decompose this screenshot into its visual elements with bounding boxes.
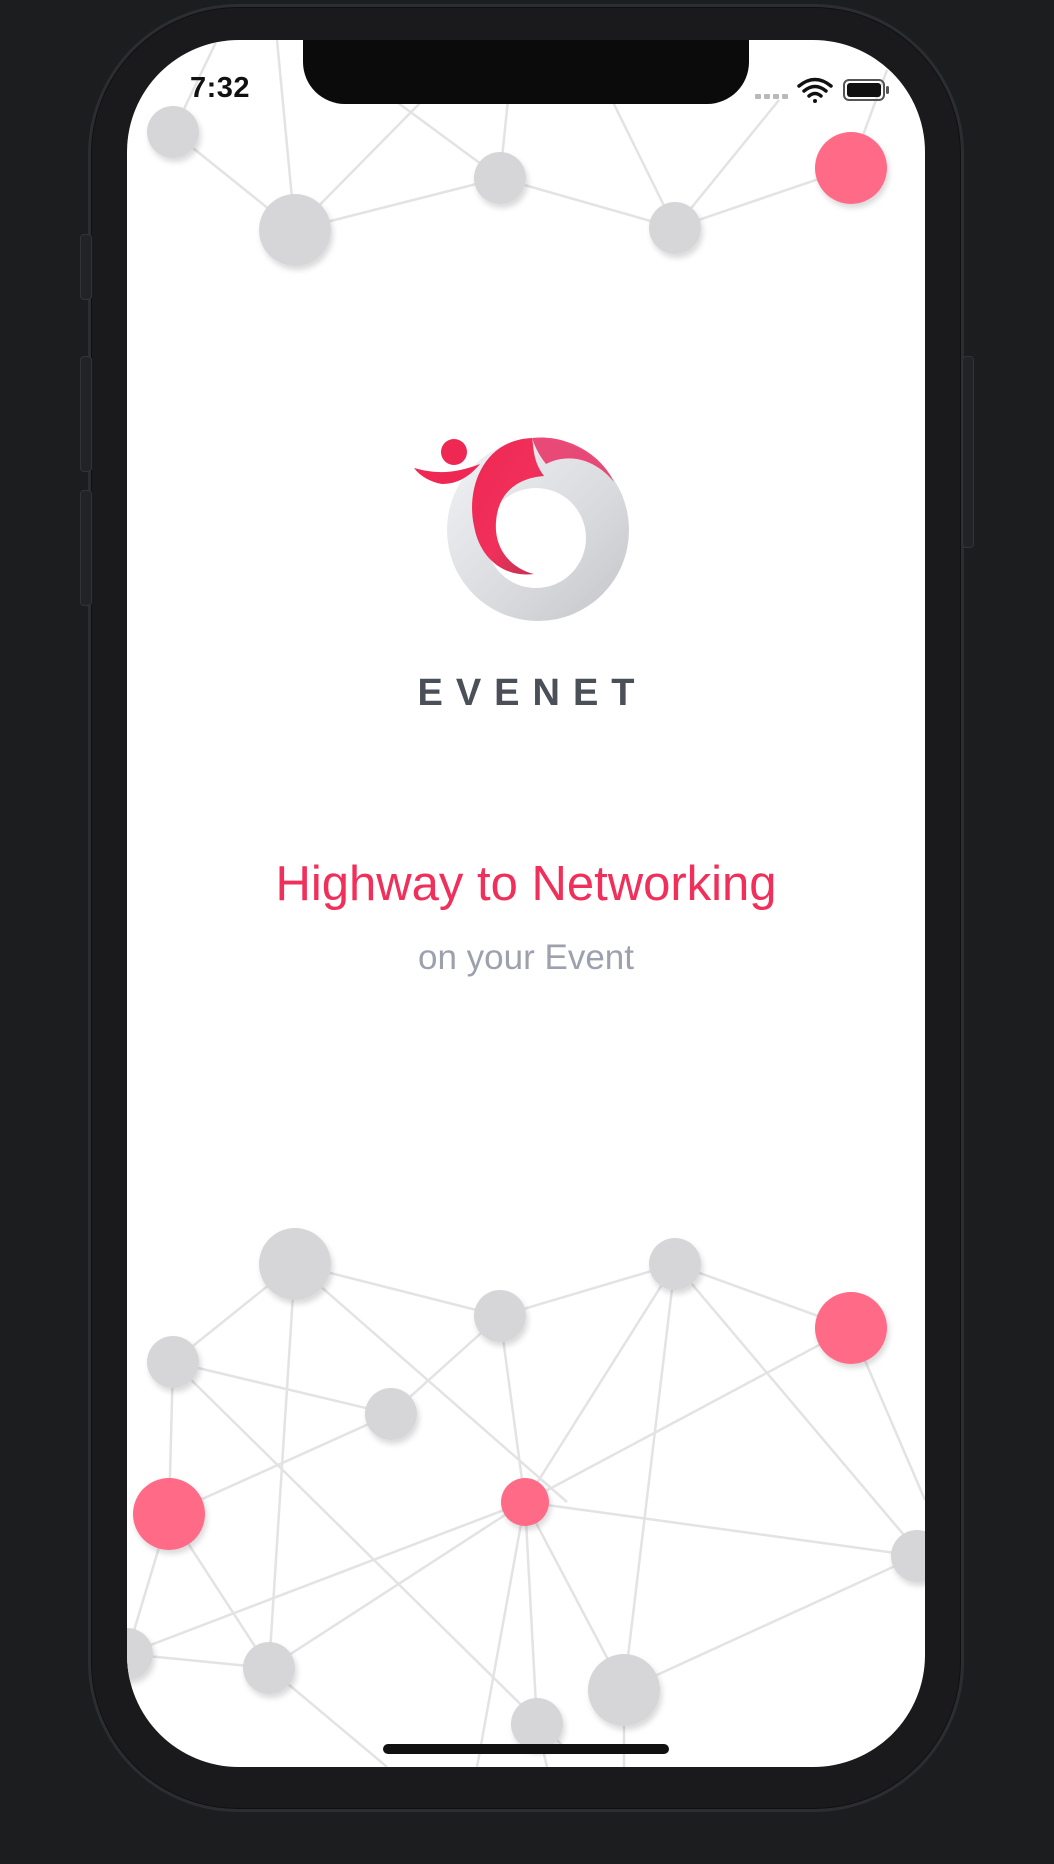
battery-icon	[843, 79, 889, 101]
device-frame: 7:32 EVENET Highway to Networking on you…	[0, 0, 1054, 1864]
network-node	[259, 194, 331, 266]
network-node	[474, 152, 526, 204]
network-node	[243, 1642, 295, 1694]
hero-subtitle: on your Event	[418, 938, 634, 977]
signal-dots-icon	[755, 94, 788, 99]
network-node-accent	[815, 1292, 887, 1364]
volume-down-button	[80, 490, 92, 606]
network-node	[891, 1530, 925, 1582]
network-node	[474, 1290, 526, 1342]
network-node	[259, 1228, 331, 1300]
network-node	[588, 1654, 660, 1726]
screen-notch	[303, 40, 749, 104]
network-node-accent	[133, 1478, 205, 1550]
network-node-accent	[501, 1478, 549, 1526]
network-node	[511, 1698, 563, 1750]
network-node-accent	[815, 132, 887, 204]
status-time: 7:32	[190, 72, 251, 104]
network-node	[147, 106, 199, 158]
network-node	[147, 1336, 199, 1388]
power-button	[962, 356, 974, 548]
silent-switch	[80, 234, 92, 300]
network-node	[127, 1628, 153, 1680]
network-node	[365, 1388, 417, 1440]
network-node	[649, 1238, 701, 1290]
evenet-logo-icon	[414, 437, 629, 621]
bottom-network-nodes	[127, 1228, 925, 1750]
wifi-icon	[797, 77, 833, 103]
top-network-nodes	[147, 106, 887, 266]
status-icons	[755, 77, 889, 103]
volume-up-button	[80, 356, 92, 472]
brand-name: EVENET	[417, 672, 648, 714]
home-indicator[interactable]	[383, 1744, 669, 1754]
network-node	[649, 202, 701, 254]
hero-tagline: Highway to Networking	[275, 857, 777, 911]
